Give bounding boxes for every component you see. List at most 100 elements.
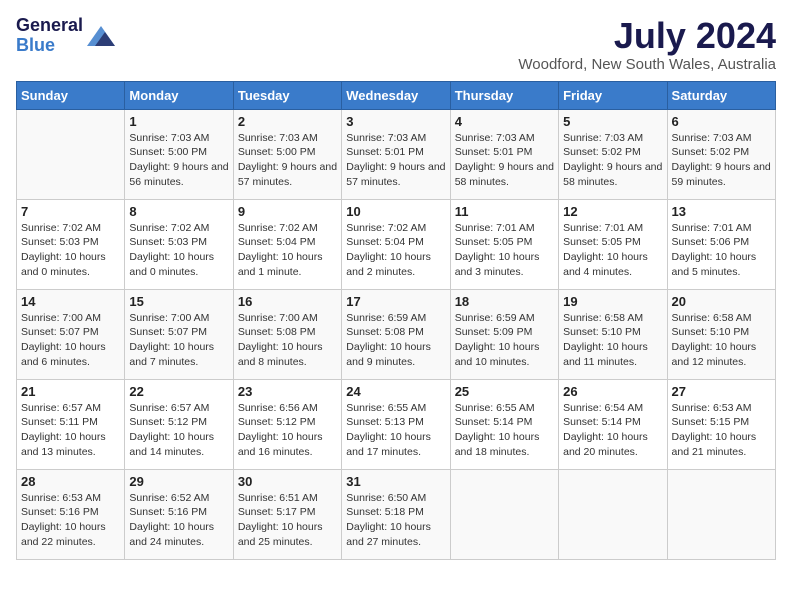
day-info: Sunrise: 6:55 AMSunset: 5:13 PMDaylight:… <box>346 401 445 460</box>
daylight-text: Daylight: 10 hours and 0 minutes. <box>21 250 120 279</box>
day-number: 17 <box>346 294 445 309</box>
day-info: Sunrise: 7:03 AMSunset: 5:01 PMDaylight:… <box>346 131 445 190</box>
sunrise-text: Sunrise: 7:02 AM <box>238 221 337 236</box>
calendar-cell <box>450 469 558 559</box>
sunset-text: Sunset: 5:05 PM <box>455 235 554 250</box>
calendar-cell <box>667 469 775 559</box>
day-number: 10 <box>346 204 445 219</box>
daylight-text: Daylight: 9 hours and 56 minutes. <box>129 160 228 189</box>
header-sunday: Sunday <box>17 81 125 109</box>
day-info: Sunrise: 6:59 AMSunset: 5:09 PMDaylight:… <box>455 311 554 370</box>
calendar-cell: 1 Sunrise: 7:03 AMSunset: 5:00 PMDaylight… <box>125 109 233 199</box>
sunrise-text: Sunrise: 7:01 AM <box>672 221 771 236</box>
sunrise-text: Sunrise: 6:56 AM <box>238 401 337 416</box>
daylight-text: Daylight: 9 hours and 59 minutes. <box>672 160 771 189</box>
daylight-text: Daylight: 9 hours and 57 minutes. <box>346 160 445 189</box>
sunset-text: Sunset: 5:05 PM <box>563 235 662 250</box>
calendar-cell: 27Sunrise: 6:53 AMSunset: 5:15 PMDayligh… <box>667 379 775 469</box>
sunset-text: Sunset: 5:12 PM <box>238 415 337 430</box>
day-info: Sunrise: 7:00 AMSunset: 5:07 PMDaylight:… <box>21 311 120 370</box>
day-info: Sunrise: 7:03 AMSunset: 5:00 PMDaylight:… <box>238 131 337 190</box>
day-info: Sunrise: 7:01 AMSunset: 5:05 PMDaylight:… <box>455 221 554 280</box>
sunset-text: Sunset: 5:17 PM <box>238 505 337 520</box>
day-info: Sunrise: 6:51 AMSunset: 5:17 PMDaylight:… <box>238 491 337 550</box>
sunset-text: Sunset: 5:11 PM <box>21 415 120 430</box>
header-saturday: Saturday <box>667 81 775 109</box>
sunrise-text: Sunrise: 7:02 AM <box>129 221 228 236</box>
calendar-cell: 26Sunrise: 6:54 AMSunset: 5:14 PMDayligh… <box>559 379 667 469</box>
day-number: 6 <box>672 114 771 129</box>
daylight-text: Daylight: 10 hours and 3 minutes. <box>455 250 554 279</box>
day-number: 7 <box>21 204 120 219</box>
day-number: 28 <box>21 474 120 489</box>
day-info: Sunrise: 6:54 AMSunset: 5:14 PMDaylight:… <box>563 401 662 460</box>
daylight-text: Daylight: 10 hours and 16 minutes. <box>238 430 337 459</box>
calendar-cell: 2 Sunrise: 7:03 AMSunset: 5:00 PMDaylight… <box>233 109 341 199</box>
header-friday: Friday <box>559 81 667 109</box>
day-info: Sunrise: 6:53 AMSunset: 5:16 PMDaylight:… <box>21 491 120 550</box>
day-info: Sunrise: 6:52 AMSunset: 5:16 PMDaylight:… <box>129 491 228 550</box>
day-info: Sunrise: 7:03 AMSunset: 5:02 PMDaylight:… <box>563 131 662 190</box>
daylight-text: Daylight: 10 hours and 1 minute. <box>238 250 337 279</box>
day-number: 8 <box>129 204 228 219</box>
day-info: Sunrise: 6:58 AMSunset: 5:10 PMDaylight:… <box>563 311 662 370</box>
day-number: 15 <box>129 294 228 309</box>
sunset-text: Sunset: 5:01 PM <box>455 145 554 160</box>
sunset-text: Sunset: 5:01 PM <box>346 145 445 160</box>
sunset-text: Sunset: 5:00 PM <box>129 145 228 160</box>
day-info: Sunrise: 7:03 AMSunset: 5:01 PMDaylight:… <box>455 131 554 190</box>
day-info: Sunrise: 6:57 AMSunset: 5:12 PMDaylight:… <box>129 401 228 460</box>
sunrise-text: Sunrise: 6:53 AM <box>21 491 120 506</box>
day-number: 21 <box>21 384 120 399</box>
title-location: Woodford, New South Wales, Australia <box>518 56 776 73</box>
day-info: Sunrise: 7:03 AMSunset: 5:00 PMDaylight:… <box>129 131 228 190</box>
sunset-text: Sunset: 5:04 PM <box>346 235 445 250</box>
day-number: 2 <box>238 114 337 129</box>
day-number: 30 <box>238 474 337 489</box>
day-info: Sunrise: 6:50 AMSunset: 5:18 PMDaylight:… <box>346 491 445 550</box>
calendar-cell: 6Sunrise: 7:03 AMSunset: 5:02 PMDaylight… <box>667 109 775 199</box>
day-number: 23 <box>238 384 337 399</box>
sunset-text: Sunset: 5:16 PM <box>129 505 228 520</box>
day-number: 25 <box>455 384 554 399</box>
sunset-text: Sunset: 5:09 PM <box>455 325 554 340</box>
calendar-cell: 9Sunrise: 7:02 AMSunset: 5:04 PMDaylight… <box>233 199 341 289</box>
daylight-text: Daylight: 10 hours and 14 minutes. <box>129 430 228 459</box>
day-number: 31 <box>346 474 445 489</box>
sunrise-text: Sunrise: 6:58 AM <box>563 311 662 326</box>
sunrise-text: Sunrise: 6:51 AM <box>238 491 337 506</box>
calendar-week-5: 28Sunrise: 6:53 AMSunset: 5:16 PMDayligh… <box>17 469 776 559</box>
day-number: 22 <box>129 384 228 399</box>
calendar-cell: 25Sunrise: 6:55 AMSunset: 5:14 PMDayligh… <box>450 379 558 469</box>
daylight-text: Daylight: 10 hours and 18 minutes. <box>455 430 554 459</box>
daylight-text: Daylight: 10 hours and 24 minutes. <box>129 520 228 549</box>
day-number: 9 <box>238 204 337 219</box>
day-info: Sunrise: 7:02 AMSunset: 5:03 PMDaylight:… <box>21 221 120 280</box>
sunrise-text: Sunrise: 6:57 AM <box>129 401 228 416</box>
calendar-week-2: 7 Sunrise: 7:02 AMSunset: 5:03 PMDaylight… <box>17 199 776 289</box>
page-header: General Blue July 2024 Woodford, New Sou… <box>16 16 776 73</box>
sunrise-text: Sunrise: 6:50 AM <box>346 491 445 506</box>
calendar-cell: 24Sunrise: 6:55 AMSunset: 5:13 PMDayligh… <box>342 379 450 469</box>
day-info: Sunrise: 7:00 AMSunset: 5:08 PMDaylight:… <box>238 311 337 370</box>
daylight-text: Daylight: 10 hours and 21 minutes. <box>672 430 771 459</box>
day-info: Sunrise: 6:57 AMSunset: 5:11 PMDaylight:… <box>21 401 120 460</box>
calendar-cell <box>559 469 667 559</box>
daylight-text: Daylight: 10 hours and 0 minutes. <box>129 250 228 279</box>
daylight-text: Daylight: 10 hours and 6 minutes. <box>21 340 120 369</box>
calendar-week-1: 1Sunrise: 7:03 AMSunset: 5:00 PMDaylight… <box>17 109 776 199</box>
logo-icon <box>87 26 115 46</box>
sunset-text: Sunset: 5:10 PM <box>672 325 771 340</box>
calendar-cell <box>17 109 125 199</box>
calendar-cell: 30 Sunrise: 6:51 AMSunset: 5:17 PMDayligh… <box>233 469 341 559</box>
sunset-text: Sunset: 5:10 PM <box>563 325 662 340</box>
sunset-text: Sunset: 5:12 PM <box>129 415 228 430</box>
daylight-text: Daylight: 10 hours and 22 minutes. <box>21 520 120 549</box>
day-number: 20 <box>672 294 771 309</box>
sunrise-text: Sunrise: 7:02 AM <box>346 221 445 236</box>
title-month: July 2024 <box>518 16 776 56</box>
sunrise-text: Sunrise: 6:59 AM <box>455 311 554 326</box>
sunrise-text: Sunrise: 7:03 AM <box>238 131 337 146</box>
day-number: 1 <box>129 114 228 129</box>
title-block: July 2024 Woodford, New South Wales, Aus… <box>518 16 776 73</box>
